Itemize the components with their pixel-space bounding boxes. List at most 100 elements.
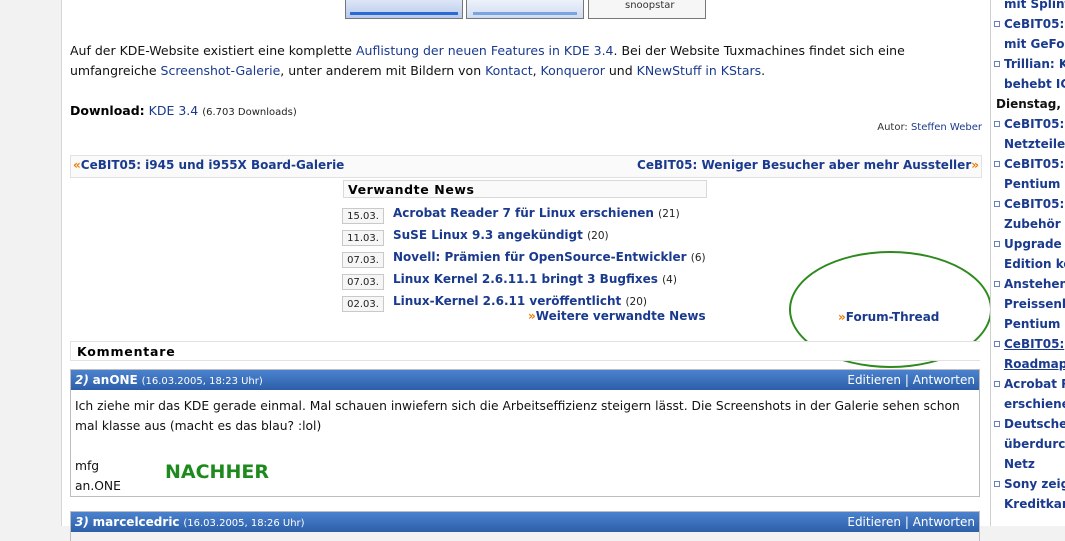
sidebar-news-title-continued[interactable]: Netzteile	[1004, 134, 1065, 154]
author-link[interactable]: Steffen Weber	[911, 122, 982, 133]
comment-count: (20)	[587, 230, 609, 242]
author-label: Autor:	[877, 122, 908, 133]
more-related-news-link[interactable]: »Weitere verwandte News	[528, 309, 706, 323]
bullet-icon	[994, 280, 1000, 287]
reply-link[interactable]: Antworten	[913, 373, 975, 387]
text: .	[761, 63, 766, 78]
news-link[interactable]: Novell: Prämien für OpenSource-Entwickle…	[393, 250, 687, 264]
sidebar-news-link[interactable]: CeBIT05:	[994, 194, 1064, 214]
sidebar-news-title-continued[interactable]: Pentium M	[1004, 314, 1065, 334]
article-paragraph: Auf der KDE-Website existiert eine kompl…	[70, 41, 970, 81]
comment-count: (4)	[662, 274, 677, 286]
link-knewstuff[interactable]: KNewStuff in KStars	[637, 63, 762, 78]
comment-count: (21)	[658, 208, 680, 220]
bullet-icon	[994, 20, 1000, 27]
comment-date: (16.03.2005, 18:23 Uhr)	[141, 376, 263, 387]
news-link[interactable]: Linux-Kernel 2.6.11 veröffentlicht	[393, 294, 621, 308]
sidebar-news-link[interactable]: CeBIT05:	[994, 334, 1064, 354]
bullet-icon	[994, 480, 1000, 487]
bullet-icon	[994, 420, 1000, 427]
sidebar-news-title: Acrobat R	[1004, 377, 1065, 391]
text: und	[604, 63, 637, 78]
prev-arrow-icon: «	[73, 158, 81, 172]
next-article-title: CeBIT05: Weniger Besucher aber mehr Auss…	[637, 158, 972, 172]
sidebar-news-link[interactable]: Upgrade	[994, 234, 1062, 254]
sidebar-news-title-continued[interactable]: mit GeFor	[1004, 34, 1065, 54]
link-konqueror[interactable]: Konqueror	[541, 63, 605, 78]
screenshot-thumbnail[interactable]: snoopstar	[588, 0, 706, 19]
separator: |	[904, 515, 909, 529]
news-date: 15.03.	[342, 208, 384, 224]
comment-header: 2) anONE (16.03.2005, 18:23 Uhr) Editier…	[71, 370, 979, 390]
separator: |	[904, 373, 909, 387]
sidebar-news-link[interactable]: Sony zeig	[994, 474, 1065, 494]
comment-date: (16.03.2005, 18:26 Uhr)	[183, 518, 305, 529]
news-sidebar: mit Splint CeBIT05: mit GeFor Trillian: K be…	[990, 0, 1065, 526]
link-kde-features[interactable]: Auflistung der neuen Features in KDE 3.4	[356, 43, 614, 58]
edit-link[interactable]: Editieren	[847, 373, 901, 387]
news-link[interactable]: Linux Kernel 2.6.11.1 bringt 3 Bugfixes	[393, 272, 658, 286]
screenshot-thumbnail[interactable]	[466, 0, 584, 19]
related-news-item: 15.03. Acrobat Reader 7 für Linux erschi…	[342, 206, 742, 224]
sidebar-news-title-continued[interactable]: mit Splint	[1004, 0, 1065, 14]
chevron-right-icon: »	[528, 309, 536, 323]
comment-line: Ich ziehe mir das KDE gerade einmal. Mal…	[75, 399, 960, 413]
text: ,	[532, 63, 541, 78]
sidebar-news-title-continued[interactable]: Netz	[1004, 454, 1035, 474]
edit-link[interactable]: Editieren	[847, 515, 901, 529]
sidebar-news-title-continued[interactable]: erschiene	[1004, 394, 1065, 414]
sidebar-news-title-continued[interactable]: Kreditkar	[1004, 494, 1065, 514]
prev-article-title: CeBIT05: i945 und i955X Board-Galerie	[80, 158, 345, 172]
sidebar-news-title-continued[interactable]: Roadmap	[1004, 354, 1065, 374]
sidebar-news-link[interactable]: CeBIT05:	[994, 154, 1064, 174]
comment-number: 3)	[75, 515, 89, 529]
comment-body: Ich ziehe mir das KDE gerade einmal. Mal…	[71, 390, 979, 500]
news-link[interactable]: SuSE Linux 9.3 angekündigt	[393, 228, 583, 242]
sidebar-news-title-continued[interactable]: behebt IC	[1004, 74, 1065, 94]
bullet-icon	[994, 120, 1000, 127]
article-navigation: «CeBIT05: i945 und i955X Board-Galerie C…	[70, 155, 982, 178]
download-count: (6.703 Downloads)	[202, 107, 297, 118]
sidebar-news-title: CeBIT05:	[1004, 157, 1065, 171]
next-arrow-icon: »	[971, 158, 979, 172]
news-link[interactable]: Acrobat Reader 7 für Linux erschienen	[393, 206, 654, 220]
comment: 2) anONE (16.03.2005, 18:23 Uhr) Editier…	[70, 369, 980, 497]
related-news-item: 11.03. SuSE Linux 9.3 angekündigt (20)	[342, 228, 742, 246]
comment: 3) marcelcedric (16.03.2005, 18:26 Uhr) …	[70, 511, 980, 541]
chevron-right-icon: »	[838, 310, 846, 324]
next-article-link[interactable]: CeBIT05: Weniger Besucher aber mehr Auss…	[637, 158, 979, 172]
reply-link[interactable]: Antworten	[913, 515, 975, 529]
link-screenshot-gallery[interactable]: Screenshot-Galerie	[161, 63, 281, 78]
annotation-label: NACHHER	[165, 461, 269, 483]
screenshot-thumbnail[interactable]	[345, 0, 463, 19]
sidebar-news-title-continued[interactable]: Zubehör f	[1004, 214, 1065, 234]
bullet-icon	[994, 340, 1000, 347]
sidebar-news-title: Sony zeig	[1004, 477, 1065, 491]
sidebar-news-title: CeBIT05:	[1004, 17, 1065, 31]
sidebar-news-title-continued[interactable]: Preissenk	[1004, 294, 1065, 314]
sidebar-news-title: CeBIT05:	[1004, 337, 1065, 351]
comments-header: Kommentare	[70, 341, 980, 361]
comment-number: 2)	[75, 373, 89, 387]
prev-article-link[interactable]: «CeBIT05: i945 und i955X Board-Galerie	[73, 158, 344, 172]
bullet-icon	[994, 160, 1000, 167]
sidebar-news-title: Upgrade	[1004, 237, 1062, 251]
download-link[interactable]: KDE 3.4	[149, 103, 199, 118]
comment-actions: Editieren | Antworten	[847, 370, 975, 390]
sidebar-news-title-continued[interactable]: Pentium M	[1004, 174, 1065, 194]
sidebar-news-link[interactable]: Trillian: K	[994, 54, 1065, 74]
sidebar-news-link[interactable]: Acrobat R	[994, 374, 1065, 394]
sidebar-news-link[interactable]: CeBIT05:	[994, 14, 1064, 34]
sidebar-news-title-continued[interactable]: überdurch	[1004, 434, 1065, 454]
link-kontact[interactable]: Kontact	[485, 63, 532, 78]
sidebar-news-link[interactable]: CeBIT05:	[994, 114, 1064, 134]
forum-thread-link[interactable]: »Forum-Thread	[838, 310, 939, 324]
bullet-icon	[994, 240, 1000, 247]
related-news-header: Verwandte News	[343, 180, 707, 198]
sidebar-news-link[interactable]: Deutsche	[994, 414, 1065, 434]
sidebar-news-title: Anstehen	[1004, 277, 1065, 291]
comment-author: anONE	[92, 373, 138, 387]
sidebar-news-link[interactable]: Anstehen	[994, 274, 1065, 294]
sidebar-news-title-continued[interactable]: Edition ko	[1004, 254, 1065, 274]
forum-thread-label: Forum-Thread	[845, 310, 940, 324]
